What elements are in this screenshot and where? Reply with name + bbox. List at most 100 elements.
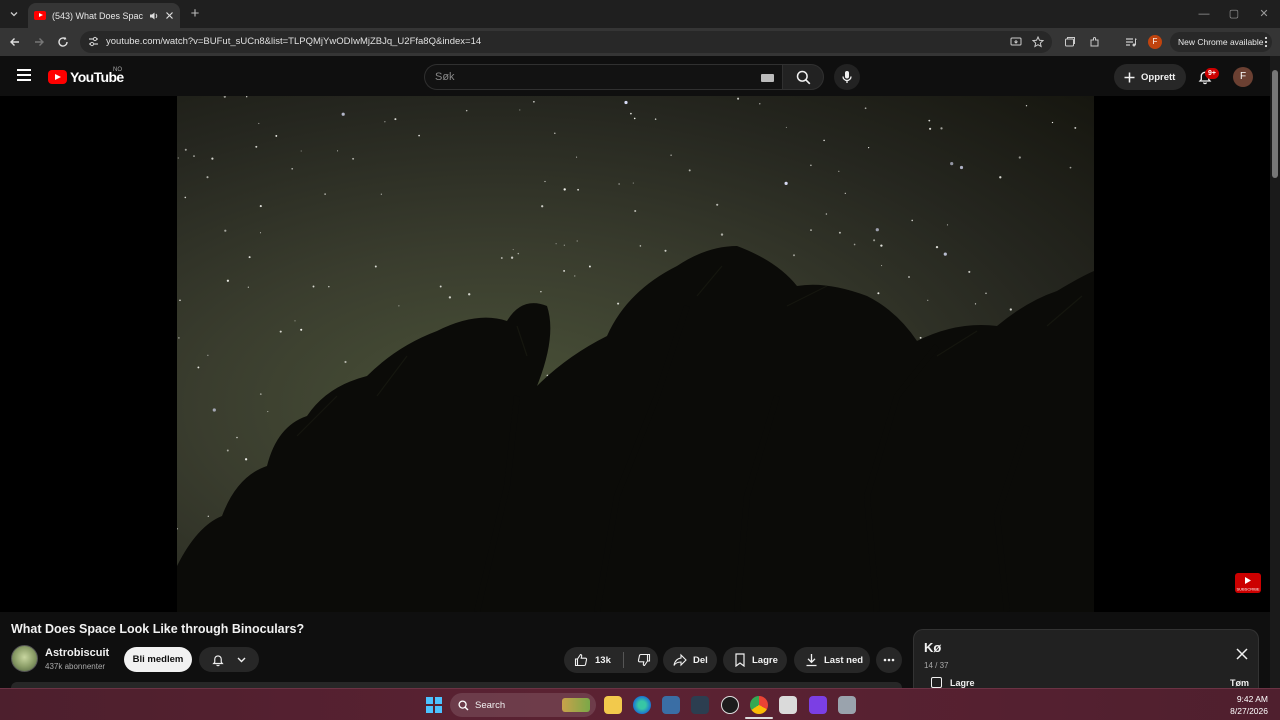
voice-search-button[interactable] xyxy=(834,64,860,90)
star xyxy=(864,107,867,110)
edge-browser-icon[interactable] xyxy=(633,696,651,714)
star xyxy=(792,254,796,257)
maximize-window-icon[interactable]: ▢ xyxy=(1224,4,1244,24)
star xyxy=(911,219,913,222)
search-button[interactable] xyxy=(782,64,824,90)
new-tab-button[interactable]: + xyxy=(186,5,204,23)
like-count: 13k xyxy=(595,654,611,666)
thumbs-up-icon xyxy=(574,653,588,667)
bookmark-star-icon[interactable] xyxy=(1032,36,1044,48)
reload-icon[interactable] xyxy=(53,32,73,52)
subscriber-count: 437k abonnenter xyxy=(45,662,106,671)
chevron-down-icon xyxy=(236,654,247,665)
store-app-icon[interactable] xyxy=(662,696,680,714)
star xyxy=(259,205,262,208)
windows-start-icon[interactable] xyxy=(426,697,442,713)
star xyxy=(197,366,200,369)
star xyxy=(720,233,724,236)
account-avatar[interactable]: F xyxy=(1233,67,1253,87)
site-info-icon[interactable] xyxy=(88,36,99,47)
queue-clear-button[interactable]: Tøm xyxy=(1230,678,1249,688)
youtube-favicon-icon xyxy=(34,11,46,20)
address-bar[interactable]: youtube.com/watch?v=BUFut_sUCn8&list=TLP… xyxy=(80,31,1052,53)
queue-panel: Kø 14 / 37 Lagre Tøm xyxy=(913,629,1259,688)
tab-group-icon[interactable] xyxy=(1060,32,1080,52)
hamburger-menu-icon[interactable] xyxy=(14,66,34,86)
star xyxy=(544,180,546,183)
more-horizontal-icon xyxy=(883,658,895,662)
snipping-tool-icon[interactable] xyxy=(691,696,709,714)
star xyxy=(337,150,339,152)
star xyxy=(267,411,269,413)
subscription-notifications-button[interactable] xyxy=(199,647,259,672)
share-label: Del xyxy=(693,654,708,666)
star xyxy=(688,169,691,172)
star xyxy=(810,229,812,231)
page-scrollbar[interactable] xyxy=(1270,56,1280,688)
star xyxy=(179,299,181,302)
star xyxy=(275,134,278,137)
star xyxy=(555,243,557,245)
star xyxy=(617,302,620,305)
taskbar-clock[interactable]: 9:42 AM 8/27/2026 xyxy=(1226,693,1268,717)
download-icon xyxy=(805,653,818,667)
star xyxy=(563,244,565,246)
chrome-profile-avatar[interactable]: F xyxy=(1148,35,1162,49)
notification-count-badge: 9+ xyxy=(1205,68,1219,79)
star xyxy=(943,252,947,256)
chrome-browser-icon[interactable] xyxy=(750,696,768,714)
tab-audio-icon[interactable] xyxy=(149,11,159,21)
extensions-puzzle-icon[interactable] xyxy=(1085,32,1105,52)
storage-app-icon[interactable] xyxy=(838,696,856,714)
back-arrow-icon[interactable] xyxy=(5,32,25,52)
star xyxy=(873,239,876,242)
like-button[interactable]: 13k xyxy=(564,647,611,673)
tab-search-chevron-icon[interactable] xyxy=(4,4,24,24)
star xyxy=(177,157,179,159)
queue-save-checkbox[interactable]: Lagre xyxy=(931,677,975,688)
star xyxy=(344,360,347,364)
cast-install-icon[interactable] xyxy=(1010,36,1022,48)
share-button[interactable]: Del xyxy=(663,647,717,673)
queue-save-label: Lagre xyxy=(950,677,975,688)
close-window-icon[interactable]: ✕ xyxy=(1254,4,1274,24)
notepad-app-icon[interactable] xyxy=(779,696,797,714)
taskbar-search[interactable]: Search xyxy=(450,693,596,717)
file-explorer-icon[interactable] xyxy=(604,696,622,714)
star xyxy=(291,167,294,170)
chrome-menu-kebab-icon[interactable] xyxy=(1256,32,1276,52)
channel-avatar[interactable] xyxy=(11,645,38,672)
star xyxy=(352,157,355,160)
forward-arrow-icon[interactable] xyxy=(29,32,49,52)
star xyxy=(394,118,397,121)
keyboard-icon[interactable] xyxy=(761,74,774,82)
create-button[interactable]: Opprett xyxy=(1114,64,1186,90)
subscribe-watermark-button[interactable]: SUBSCRIBE xyxy=(1235,573,1261,593)
tab-close-icon[interactable] xyxy=(165,11,174,20)
video-frame-night-sky[interactable] xyxy=(177,96,1094,612)
star xyxy=(259,393,262,395)
subscribe-watermark-label: SUBSCRIBE xyxy=(1236,587,1259,592)
media-controls-icon[interactable] xyxy=(1121,32,1141,52)
github-desktop-icon[interactable] xyxy=(721,696,739,714)
queue-close-icon[interactable] xyxy=(1234,646,1250,662)
scrollbar-thumb[interactable] xyxy=(1272,70,1278,178)
channel-name[interactable]: Astrobiscuit xyxy=(45,647,109,659)
dislike-button[interactable] xyxy=(630,647,658,673)
search-input[interactable]: Søk xyxy=(424,64,782,90)
star xyxy=(577,188,579,191)
star xyxy=(639,245,642,247)
visual-studio-icon[interactable] xyxy=(809,696,827,714)
download-button[interactable]: Last ned xyxy=(794,647,870,673)
browser-tab-active[interactable]: (543) What Does Space Loo xyxy=(28,3,180,28)
video-player[interactable]: SUBSCRIBE xyxy=(0,96,1270,612)
save-button[interactable]: Lagre xyxy=(723,647,787,673)
star xyxy=(985,292,987,295)
join-membership-button[interactable]: Bli medlem xyxy=(124,647,192,672)
star xyxy=(935,245,939,249)
minimize-window-icon[interactable]: — xyxy=(1194,4,1214,24)
star xyxy=(968,270,971,273)
star xyxy=(328,285,330,288)
star xyxy=(875,228,879,232)
more-actions-button[interactable] xyxy=(876,647,902,673)
